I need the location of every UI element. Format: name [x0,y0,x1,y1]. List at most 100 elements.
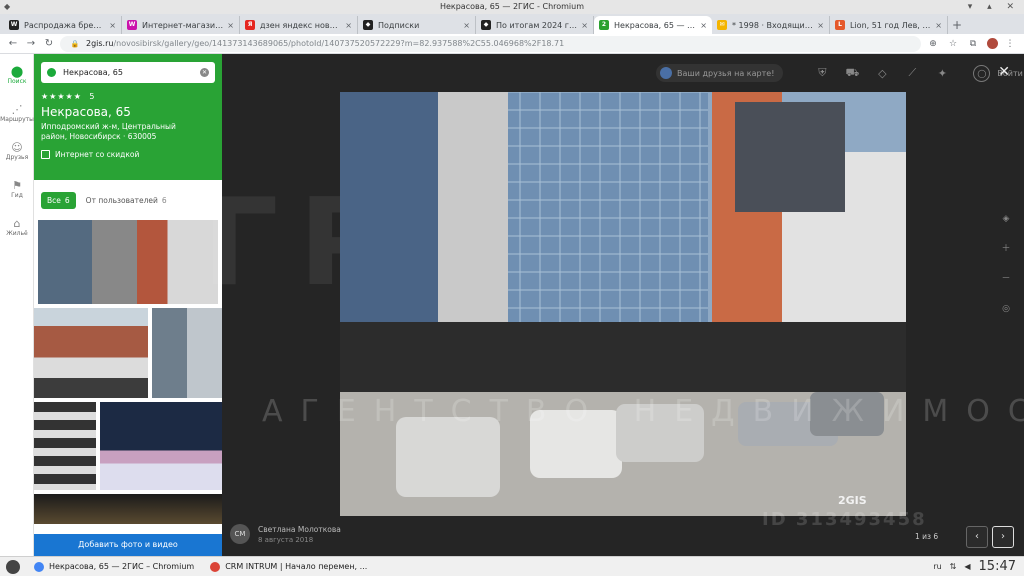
taskbar-app[interactable]: CRM INTRUM | Начало перемен, ... [204,558,373,576]
left-rail: ⬤ Поиск ⋰ Маршруты ☺ Друзья ⚑ Гид ⌂ Жильё [0,54,34,556]
rating-value: 5 [89,92,95,101]
clear-search-icon[interactable]: ✕ [200,68,209,77]
bookmark-star-icon[interactable]: ☆ [945,39,961,49]
photo-thumb-5[interactable] [100,402,222,490]
brand-icon: ✦ [937,66,948,80]
photo-thumb-1[interactable] [38,220,218,304]
zoom-in-icon[interactable]: ＋ [1000,234,1012,264]
photo-filter-tab[interactable]: От пользователей 6 [80,192,173,209]
volume-icon[interactable]: ◀ [964,562,970,571]
place-name: Некрасова, 65 [41,105,131,119]
photo-filter-tab[interactable]: Все 6 [41,191,76,209]
rail-item[interactable]: ⋰ Маршруты [0,96,34,130]
network-icon[interactable]: ⇅ [950,562,957,571]
watermark-sub: АГЕНТСТВО НЕДВИЖИМОСТИ [262,394,1024,429]
profile-avatar[interactable] [987,38,998,49]
back-icon[interactable]: ← [6,38,20,49]
shield-icon[interactable]: ⛨ [813,66,831,80]
rating-stars: ★★★★★ [41,92,82,101]
photo-ground-floor [340,322,906,392]
tab-label: дзен яндекс новости — Я [260,20,342,30]
place-header: Некрасова, 65 ✕ ★★★★★ 5 Некрасова, 65 Ип… [34,54,222,180]
zoom-out-icon[interactable]: － [1000,264,1012,294]
photo-car-1 [396,417,500,497]
tab-close-icon[interactable]: × [345,21,352,30]
start-menu-icon[interactable] [6,559,20,574]
search-value: Некрасова, 65 [63,68,123,77]
taskbar-app[interactable]: Некрасова, 65 — 2ГИС – Chromium [28,558,200,576]
tab-close-icon[interactable]: × [817,21,824,30]
photo-thumb-6[interactable] [34,494,222,524]
tab-close-icon[interactable]: × [935,21,942,30]
rail-item[interactable]: ⌂ Жильё [0,210,34,244]
tab-close-icon[interactable]: × [227,21,234,30]
author-name: Светлана Молоткова [258,524,341,534]
window-titlebar: ◆ Некрасова, 65 — 2ГИС - Chromium ▾ ▴ ✕ [0,0,1024,14]
tab-favicon-icon: L [835,20,845,30]
friends-banner[interactable]: Ваши друзья на карте! [656,64,784,82]
close-viewer-icon[interactable]: ✕ [998,64,1010,80]
compass-icon[interactable]: ◈ [1000,204,1012,234]
extensions-icon[interactable]: ⧉ [965,39,981,49]
search-input[interactable]: Некрасова, 65 ✕ [41,62,215,83]
locate-icon[interactable]: ◎ [1000,294,1012,324]
browser-tab[interactable]: W Распродажа брендовой о× [4,16,122,34]
tab-close-icon[interactable]: × [463,21,470,30]
2gis-app: ⬤ Поиск ⋰ Маршруты ☺ Друзья ⚑ Гид ⌂ Жильё Некрасо… [0,54,1024,556]
place-panel: Некрасова, 65 ✕ ★★★★★ 5 Некрасова, 65 Ип… [34,54,222,556]
tab-label: Lion, 51 год Лев, Россия, Н [850,20,933,30]
zoom-icon[interactable]: ⊕ [925,39,941,49]
tab-close-icon[interactable]: × [581,21,588,30]
layers-icon[interactable]: ◇ [873,67,891,80]
keyboard-layout[interactable]: ru [933,562,941,571]
tab-label: * 1998 · Входящие — Янде [732,20,814,30]
prev-photo-button[interactable]: ‹ [966,526,988,548]
photo-thumb-3[interactable] [152,308,222,398]
photo-thumb-4[interactable] [34,402,96,490]
window-menu-icon[interactable]: ◆ [4,0,10,14]
tab-favicon-icon: Я [245,20,255,30]
app-icon [34,561,44,572]
car-icon[interactable]: ⛟ [843,66,861,81]
feature-internet[interactable]: Интернет со скидкой [41,150,215,159]
clock[interactable]: 15:47 [979,559,1016,574]
window-controls[interactable]: ▾ ▴ ✕ [968,0,1020,14]
os-taskbar: Некрасова, 65 — 2ГИС – Chromium CRM INTRU… [0,556,1024,576]
browser-tab[interactable]: ◆ По итогам 2024 года резк× [476,16,594,34]
browser-tab[interactable]: 2 Некрасова, 65 — 2ГИС× [594,16,712,34]
browser-tab[interactable]: W Интернет-магазин Wildb× [122,16,240,34]
internet-icon [41,150,50,159]
photo-tab-count: 6 [161,195,167,205]
taskbar-app-label: CRM INTRUM | Начало перемен, ... [225,562,368,571]
system-tray: ru ⇅ ◀ 15:47 [925,559,1024,574]
reload-icon[interactable]: ↻ [42,38,56,49]
browser-tab[interactable]: L Lion, 51 год Лев, Россия, Н× [830,16,948,34]
user-icon: ◯ [973,64,991,82]
add-photo-button[interactable]: Добавить фото и видео [34,534,222,556]
next-photo-button[interactable]: › [992,526,1014,548]
photo-thumb-2[interactable] [34,308,148,398]
tab-close-icon[interactable]: × [109,21,116,30]
tab-close-icon[interactable]: × [700,21,707,30]
tab-strip: WРаспродажа брендовой о×WИнтернет-магази… [0,14,1024,34]
browser-tab[interactable]: ✉ * 1998 · Входящие — Янде× [712,16,830,34]
taskbar-apps: Некрасова, 65 — 2ГИС – Chromium CRM INTRU… [28,558,377,576]
app-icon [210,561,221,572]
forward-icon[interactable]: → [24,38,38,49]
rail-item[interactable]: ⚑ Гид [0,172,34,206]
tab-favicon-icon: ◆ [363,20,373,30]
photo-date: 8 августа 2018 [258,535,314,544]
rail-item[interactable]: ☺ Друзья [0,134,34,168]
ruler-icon[interactable]: ⟋ [903,66,921,80]
rail-label: Гид [11,191,23,199]
browser-tab[interactable]: Ядзен яндекс новости — Я× [240,16,358,34]
tab-label: По итогам 2024 года резк [496,20,578,30]
watermark-id: ID 313493458 [762,509,927,530]
new-tab-button[interactable]: + [948,16,966,34]
rail-item[interactable]: ⬤ Поиск [0,58,34,92]
url-field[interactable]: 🔒 2gis.ru /novosibirsk/gallery/geo/14137… [60,35,921,52]
browser-tab[interactable]: ◆ Подписки × [358,16,476,34]
browser-menu-icon[interactable]: ⋮ [1002,39,1018,49]
rail-icon: ⬤ [10,64,24,78]
photo-brand: 2GIS [838,494,867,507]
